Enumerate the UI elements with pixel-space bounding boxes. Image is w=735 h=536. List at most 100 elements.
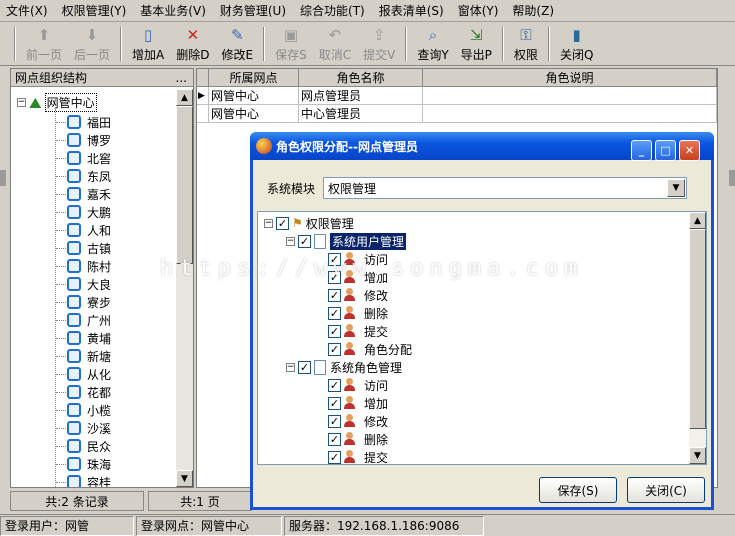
tree-node[interactable]: 东凤: [67, 167, 111, 185]
collapse-icon[interactable]: −: [17, 98, 26, 107]
tree-node[interactable]: 小榄: [67, 401, 111, 419]
tree-node[interactable]: 寮步: [67, 293, 111, 311]
close-icon[interactable]: ✕: [679, 140, 700, 161]
collapse-icon[interactable]: −: [264, 218, 273, 228]
tree-node[interactable]: 黄埔: [67, 329, 111, 347]
checkbox-checked-icon[interactable]: ✓: [298, 234, 311, 248]
add-button[interactable]: ▯ 增加A: [126, 25, 170, 65]
table-row[interactable]: ▶ 网管中心 网点管理员: [197, 87, 717, 105]
collapse-icon[interactable]: −: [286, 362, 295, 372]
chevron-down-icon[interactable]: ▼: [667, 179, 686, 197]
permission-item-node[interactable]: ✓ 增加: [328, 394, 388, 412]
scroll-down-arrow-icon[interactable]: ▼: [689, 447, 706, 464]
edit-button[interactable]: ✎ 修改E: [216, 25, 260, 65]
delete-button[interactable]: ✕ 删除D: [170, 25, 215, 65]
tree-node[interactable]: 珠海: [67, 455, 111, 473]
tree-node[interactable]: 沙溪: [67, 419, 111, 437]
checkbox-checked-icon[interactable]: ✓: [328, 306, 341, 320]
dialog-close-button[interactable]: 关闭(C): [627, 477, 705, 503]
permission-item-node[interactable]: ✓ 删除: [328, 304, 388, 322]
checkbox-checked-icon[interactable]: ✓: [328, 324, 341, 338]
next-page-button[interactable]: ⬇ 后一页: [68, 25, 116, 65]
permission-tree-scrollbar[interactable]: ▲ ▼: [689, 212, 706, 464]
maximize-icon[interactable]: □: [655, 140, 676, 161]
tree-node[interactable]: 北窖: [67, 149, 111, 167]
permission-group-node[interactable]: − ✓ 系统用户管理: [286, 232, 407, 250]
tree-node[interactable]: 陈村: [67, 257, 111, 275]
table-row[interactable]: 网管中心 中心管理员: [197, 105, 717, 123]
menu-finance[interactable]: 财务管理(U): [220, 2, 286, 19]
checkbox-checked-icon[interactable]: ✓: [328, 414, 341, 428]
column-header-role-name[interactable]: 角色名称: [299, 69, 423, 86]
tree-node[interactable]: 大良: [67, 275, 111, 293]
menu-general[interactable]: 综合功能(T): [300, 2, 365, 19]
permission-item-node[interactable]: ✓ 删除: [328, 430, 388, 448]
checkbox-checked-icon[interactable]: ✓: [328, 342, 341, 356]
scroll-thumb[interactable]: [176, 106, 193, 264]
tree-node[interactable]: 福田: [67, 113, 111, 131]
tree-node[interactable]: 广州: [67, 311, 111, 329]
permission-item-node[interactable]: ✓ 提交: [328, 448, 388, 464]
scroll-up-arrow-icon[interactable]: ▲: [176, 89, 193, 106]
menu-file[interactable]: 文件(X): [6, 2, 48, 19]
cancel-button[interactable]: ↶ 取消C: [313, 25, 357, 65]
checkbox-checked-icon[interactable]: ✓: [328, 378, 341, 392]
tree-node[interactable]: 大鹏: [67, 203, 111, 221]
permission-item-node[interactable]: ✓ 角色分配: [328, 340, 412, 358]
tree-node[interactable]: 容桂: [67, 473, 111, 487]
tree-node[interactable]: 古镇: [67, 239, 111, 257]
tree-node[interactable]: 从化: [67, 365, 111, 383]
permission-item-node[interactable]: ✓ 访问: [328, 376, 388, 394]
prev-page-button[interactable]: ⬆ 前一页: [20, 25, 68, 65]
query-button[interactable]: ⌕ 查询Y: [411, 25, 454, 65]
tree-node[interactable]: 民众: [67, 437, 111, 455]
menu-help[interactable]: 帮助(Z): [512, 2, 554, 19]
table-cell[interactable]: [423, 87, 717, 104]
checkbox-checked-icon[interactable]: ✓: [328, 450, 341, 464]
checkbox-checked-icon[interactable]: ✓: [276, 216, 289, 230]
table-cell[interactable]: 网管中心: [209, 105, 299, 122]
minimize-icon[interactable]: _: [631, 140, 652, 161]
table-cell[interactable]: 网点管理员: [299, 87, 423, 104]
left-splitter-handle[interactable]: [0, 170, 6, 186]
tree-node[interactable]: 花都: [67, 383, 111, 401]
scroll-up-arrow-icon[interactable]: ▲: [689, 212, 706, 229]
module-select[interactable]: 权限管理 ▼: [323, 177, 688, 199]
table-cell[interactable]: [423, 105, 717, 122]
permission-item-node[interactable]: ✓ 提交: [328, 322, 388, 340]
dialog-save-button[interactable]: 保存(S): [539, 477, 617, 503]
right-splitter-handle[interactable]: [729, 170, 735, 186]
save-button[interactable]: ▣ 保存S: [269, 25, 313, 65]
submit-button[interactable]: ⇪ 提交V: [357, 25, 401, 65]
column-header-site[interactable]: 所属网点: [209, 69, 299, 86]
table-cell[interactable]: 中心管理员: [299, 105, 423, 122]
site-tree-more-button[interactable]: ...: [176, 71, 187, 85]
menu-window[interactable]: 窗体(Y): [458, 2, 499, 19]
permission-item-node[interactable]: ✓ 修改: [328, 412, 388, 430]
tree-node[interactable]: 新塘: [67, 347, 111, 365]
tree-node[interactable]: 博罗: [67, 131, 111, 149]
collapse-icon[interactable]: −: [286, 236, 295, 246]
tree-root-node[interactable]: − ⛰ 网管中心: [17, 93, 97, 112]
checkbox-checked-icon[interactable]: ✓: [328, 396, 341, 410]
tree-node[interactable]: 人和: [67, 221, 111, 239]
column-header-role-desc[interactable]: 角色说明: [423, 69, 717, 86]
checkbox-checked-icon[interactable]: ✓: [298, 360, 311, 374]
menu-business[interactable]: 基本业务(V): [140, 2, 206, 19]
scroll-down-arrow-icon[interactable]: ▼: [176, 470, 193, 487]
site-node-icon: [67, 169, 81, 183]
checkbox-checked-icon[interactable]: ✓: [328, 288, 341, 302]
checkbox-checked-icon[interactable]: ✓: [328, 432, 341, 446]
scroll-thumb[interactable]: [689, 229, 706, 429]
tree-node[interactable]: 嘉禾: [67, 185, 111, 203]
table-cell[interactable]: 网管中心: [209, 87, 299, 104]
close-button[interactable]: ▮ 关闭Q: [554, 25, 599, 65]
menu-permission[interactable]: 权限管理(Y): [62, 2, 127, 19]
permission-item-node[interactable]: ✓ 修改: [328, 286, 388, 304]
menu-reports[interactable]: 报表清单(S): [379, 2, 444, 19]
export-button[interactable]: ⇲ 导出P: [455, 25, 498, 65]
permission-group-node[interactable]: − ✓ 系统角色管理: [286, 358, 402, 376]
permission-root-node[interactable]: − ✓ ⚑ 权限管理: [264, 214, 354, 232]
permission-button[interactable]: ⚿ 权限: [508, 25, 544, 65]
site-tree-scrollbar[interactable]: ▲ ▼: [176, 89, 193, 487]
